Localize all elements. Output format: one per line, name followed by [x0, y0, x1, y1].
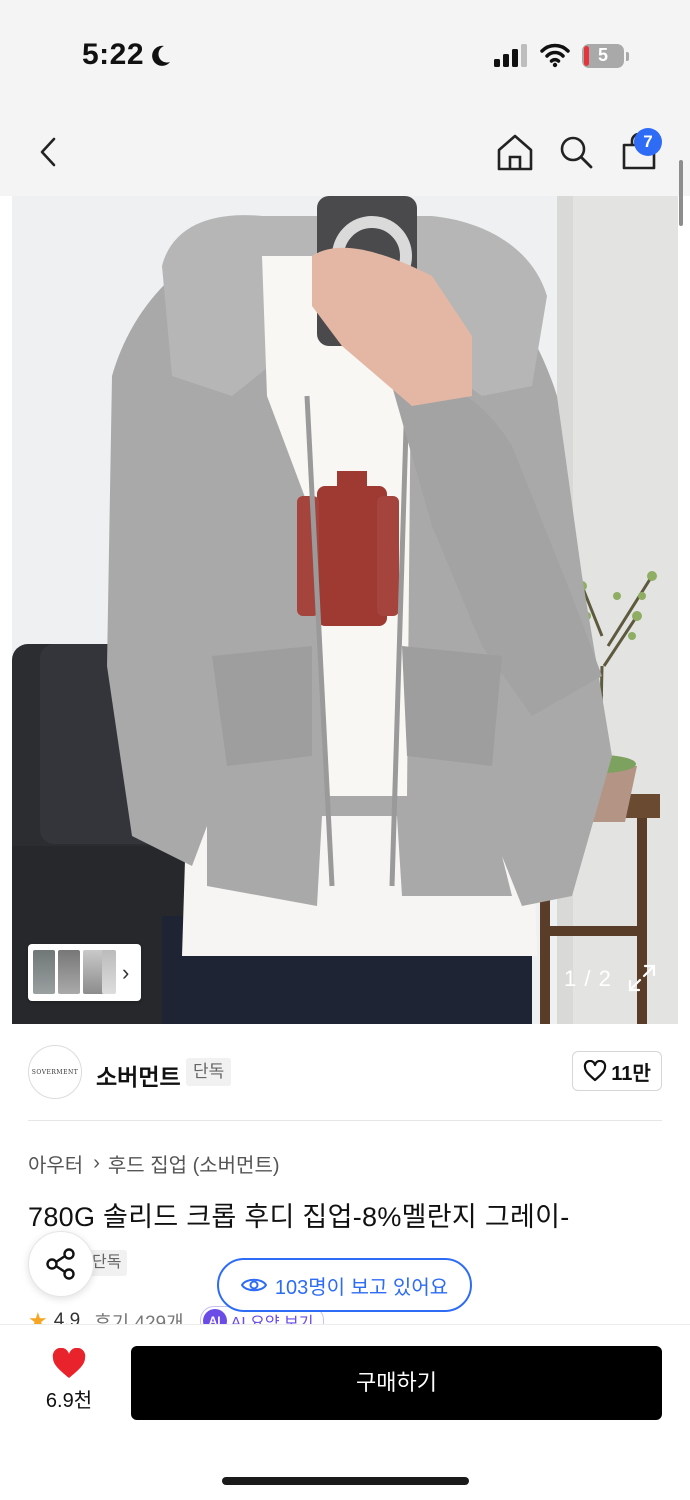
heart-filled-icon — [52, 1348, 86, 1378]
product-image[interactable] — [12, 196, 678, 1024]
search-button[interactable] — [554, 130, 598, 174]
battery-level: 5 — [597, 45, 608, 65]
home-button[interactable] — [493, 130, 537, 174]
brand-logo-text: SOVERMENT — [31, 1068, 79, 1076]
breadcrumb: 아우터 › 후드 집업 (소버먼트) — [28, 1149, 280, 1178]
thumbnail-strip[interactable]: › — [28, 944, 141, 1001]
buy-button[interactable]: 구매하기 — [131, 1346, 662, 1420]
breadcrumb-item[interactable]: 후드 집업 (소버먼트) — [108, 1149, 280, 1178]
eye-icon — [240, 1278, 267, 1292]
home-icon — [497, 134, 533, 171]
top-nav — [0, 110, 690, 196]
brand-name[interactable]: 소버먼트 — [96, 1058, 181, 1092]
signal-icon — [494, 44, 527, 67]
search-icon — [560, 136, 593, 169]
viewers-count-text: 103명이 보고 있어요 — [274, 1276, 449, 1299]
share-icon — [46, 1248, 75, 1280]
product-title: 780G 솔리드 크롭 후디 집업-8%멜란지 그레이- — [28, 1202, 570, 1232]
status-bar: 5:22 5 — [0, 0, 690, 110]
status-time: 5:22 — [82, 38, 145, 71]
divider — [28, 1120, 662, 1121]
home-indicator — [222, 1477, 469, 1485]
breadcrumb-item[interactable]: 아우터 — [28, 1149, 83, 1178]
chevron-right-icon: › — [93, 1152, 100, 1174]
moon-icon — [152, 45, 170, 66]
wifi-icon — [540, 43, 570, 68]
wishlist-button[interactable]: 6.9천 — [36, 1348, 102, 1418]
wishlist-count: 6.9천 — [45, 1390, 93, 1412]
exclusive-tag: 단독 — [186, 1058, 232, 1086]
brand-logo[interactable]: SOVERMENT — [28, 1045, 82, 1099]
product-photo — [12, 196, 678, 1024]
expand-icon[interactable] — [626, 962, 658, 994]
cart-count-badge: 7 — [634, 128, 662, 156]
scroll-indicator[interactable] — [679, 160, 683, 226]
share-button[interactable] — [28, 1231, 94, 1297]
image-page-counter: 1 / 2 — [564, 966, 612, 991]
brand-like-button[interactable]: 11만 — [572, 1051, 662, 1091]
back-arrow-icon — [40, 137, 56, 167]
back-button[interactable] — [26, 130, 70, 174]
battery-icon: 5 — [582, 44, 630, 70]
chevron-right-icon: › — [122, 960, 130, 985]
heart-outline-icon — [584, 1060, 607, 1082]
brand-like-count: 11만 — [611, 1062, 651, 1085]
viewers-count-pill: 103명이 보고 있어요 — [217, 1258, 472, 1312]
